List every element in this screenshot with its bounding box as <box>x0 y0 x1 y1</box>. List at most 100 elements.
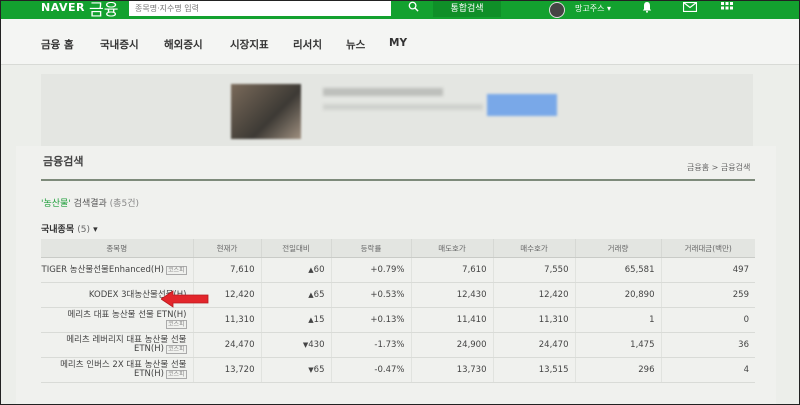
title-divider <box>41 179 755 181</box>
change-value: 15 <box>313 315 325 325</box>
nav-my[interactable]: MY <box>389 37 407 49</box>
domestic-stocks-toggle[interactable]: 국내종목 (5) ▾ <box>41 222 98 235</box>
col-header-rate: 등락률 <box>330 239 411 258</box>
nav-domestic[interactable]: 국내증시 <box>100 37 139 52</box>
market-badge: 코스피 <box>165 345 187 354</box>
ask-cell: 12,430 <box>410 282 493 308</box>
price-cell: 7,610 <box>192 257 261 283</box>
ask-cell: 11,410 <box>410 307 493 333</box>
price-cell: 24,470 <box>192 332 261 358</box>
table-row[interactable]: 메리츠 레버리지 대표 농산물 선물 ETN(H) 코스피 24,470 ▼430… <box>41 332 755 358</box>
nav-finance-home[interactable]: 금융 홈 <box>41 37 74 52</box>
price-cell: 11,310 <box>192 307 261 333</box>
volume-cell: 20,890 <box>574 282 661 308</box>
stock-name-cell[interactable]: 메리츠 레버리지 대표 농산물 선물 ETN(H) 코스피 <box>41 332 193 358</box>
stock-name[interactable]: 메리츠 대표 농산물 선물 ETN(H) <box>68 310 187 320</box>
domestic-count: (5) <box>77 225 91 235</box>
bid-cell: 11,310 <box>492 307 575 333</box>
username[interactable]: 망고주스 ▾ <box>575 3 611 14</box>
change-cell: ▲15 <box>260 307 331 333</box>
stock-results-table: 종목명 현재가 전일대비 등락률 매도호가 매수호가 거래량 거래대금(백만) … <box>41 239 755 383</box>
amount-cell: 497 <box>660 257 755 283</box>
amount-cell: 0 <box>660 307 755 333</box>
col-header-ask: 매도호가 <box>410 239 493 258</box>
table-row[interactable]: KODEX 3대농산물선물(H) 12,420 ▲65 +0.53% 12,43… <box>41 282 755 308</box>
ad-banner[interactable] <box>41 74 753 146</box>
change-value: 65 <box>313 365 325 375</box>
chevron-down-icon: ▾ <box>93 225 98 235</box>
volume-cell: 296 <box>574 357 661 383</box>
grid-icon[interactable] <box>721 2 733 14</box>
naver-logo[interactable]: NAVER <box>41 1 85 14</box>
nav-news[interactable]: 뉴스 <box>346 37 365 52</box>
table-row[interactable]: 메리츠 대표 농산물 선물 ETN(H) 코스피 11,310 ▲15 +0.13… <box>41 307 755 333</box>
screen-frame: NAVER 금융 통합검색 망고주스 ▾ 금융 홈 국내증시 해외증시 시장지표… <box>0 0 800 405</box>
search-button[interactable] <box>401 1 425 16</box>
stock-name-cell[interactable]: TIGER 농산물선물Enhanced(H) 코스피 <box>41 257 193 283</box>
rate-cell: +0.53% <box>330 282 411 308</box>
market-badge: 코스피 <box>165 320 187 329</box>
search-input[interactable] <box>129 1 391 16</box>
col-header-amount: 거래대금(백만) <box>660 239 755 258</box>
result-label: 검색결과 <box>73 199 107 209</box>
amount-cell: 259 <box>660 282 755 308</box>
total-search-button[interactable]: 통합검색 <box>433 1 501 17</box>
amount-cell: 4 <box>660 357 755 383</box>
change-value: 430 <box>308 340 325 350</box>
volume-cell: 1 <box>574 307 661 333</box>
search-result-summary: '농산물' 검색결과 (총5건) <box>41 196 139 209</box>
mail-icon[interactable] <box>683 2 697 12</box>
domestic-label: 국내종목 <box>41 225 75 235</box>
rate-cell: -0.47% <box>330 357 411 383</box>
stock-name[interactable]: TIGER 농산물선물Enhanced(H) <box>42 265 164 275</box>
volume-cell: 65,581 <box>574 257 661 283</box>
nav-market-indicators[interactable]: 시장지표 <box>230 37 269 52</box>
ad-image <box>231 84 301 139</box>
change-cell: ▲65 <box>260 282 331 308</box>
change-cell: ▼430 <box>260 332 331 358</box>
avatar <box>549 2 565 18</box>
col-header-volume: 거래량 <box>574 239 661 258</box>
market-badge: 코스피 <box>165 370 187 379</box>
search-icon <box>408 1 419 12</box>
page-title: 금융검색 <box>43 155 84 168</box>
nav-overseas[interactable]: 해외증시 <box>164 37 203 52</box>
nav-research[interactable]: 리서치 <box>293 37 322 52</box>
red-arrow-pointer-icon <box>161 290 209 308</box>
market-badge: 코스피 <box>165 265 187 275</box>
result-count: (총5건) <box>109 199 139 209</box>
table-row[interactable]: 메리츠 인버스 2X 대표 농산물 선물 ETN(H) 코스피 13,720 ▼6… <box>41 357 755 383</box>
col-header-change: 전일대비 <box>260 239 331 258</box>
rate-cell: +0.79% <box>330 257 411 283</box>
col-header-bid: 매수호가 <box>492 239 575 258</box>
top-bar: NAVER 금융 통합검색 망고주스 ▾ <box>1 1 799 20</box>
rate-cell: -1.73% <box>330 332 411 358</box>
amount-cell: 36 <box>660 332 755 358</box>
ad-headline <box>323 88 443 96</box>
change-value: 65 <box>313 290 325 300</box>
finance-logo[interactable]: 금융 <box>89 1 118 20</box>
bid-cell: 12,420 <box>492 282 575 308</box>
col-header-price: 현재가 <box>192 239 261 258</box>
change-cell: ▼65 <box>260 357 331 383</box>
main-nav: 금융 홈 국내증시 해외증시 시장지표 리서치 뉴스 MY <box>1 19 799 65</box>
change-cell: ▲60 <box>260 257 331 283</box>
bid-cell: 13,515 <box>492 357 575 383</box>
bell-icon[interactable] <box>641 1 653 13</box>
stock-name-cell[interactable]: 메리츠 대표 농산물 선물 ETN(H) 코스피 <box>41 307 193 333</box>
ask-cell: 13,730 <box>410 357 493 383</box>
ad-subtext <box>323 104 483 110</box>
change-value: 60 <box>313 265 325 275</box>
search-query: '농산물' <box>41 199 71 209</box>
ask-cell: 24,900 <box>410 332 493 358</box>
table-row[interactable]: TIGER 농산물선물Enhanced(H) 코스피 7,610 ▲60 +0.7… <box>41 257 755 283</box>
breadcrumb[interactable]: 금융홈 > 금융검색 <box>687 162 750 173</box>
col-header-name: 종목명 <box>41 239 193 258</box>
price-cell: 13,720 <box>192 357 261 383</box>
ask-cell: 7,610 <box>410 257 493 283</box>
bid-cell: 24,470 <box>492 332 575 358</box>
table-header-row: 종목명 현재가 전일대비 등락률 매도호가 매수호가 거래량 거래대금(백만) <box>41 239 755 258</box>
stock-name-cell[interactable]: 메리츠 인버스 2X 대표 농산물 선물 ETN(H) 코스피 <box>41 357 193 383</box>
ad-button[interactable] <box>487 94 557 116</box>
bid-cell: 7,550 <box>492 257 575 283</box>
